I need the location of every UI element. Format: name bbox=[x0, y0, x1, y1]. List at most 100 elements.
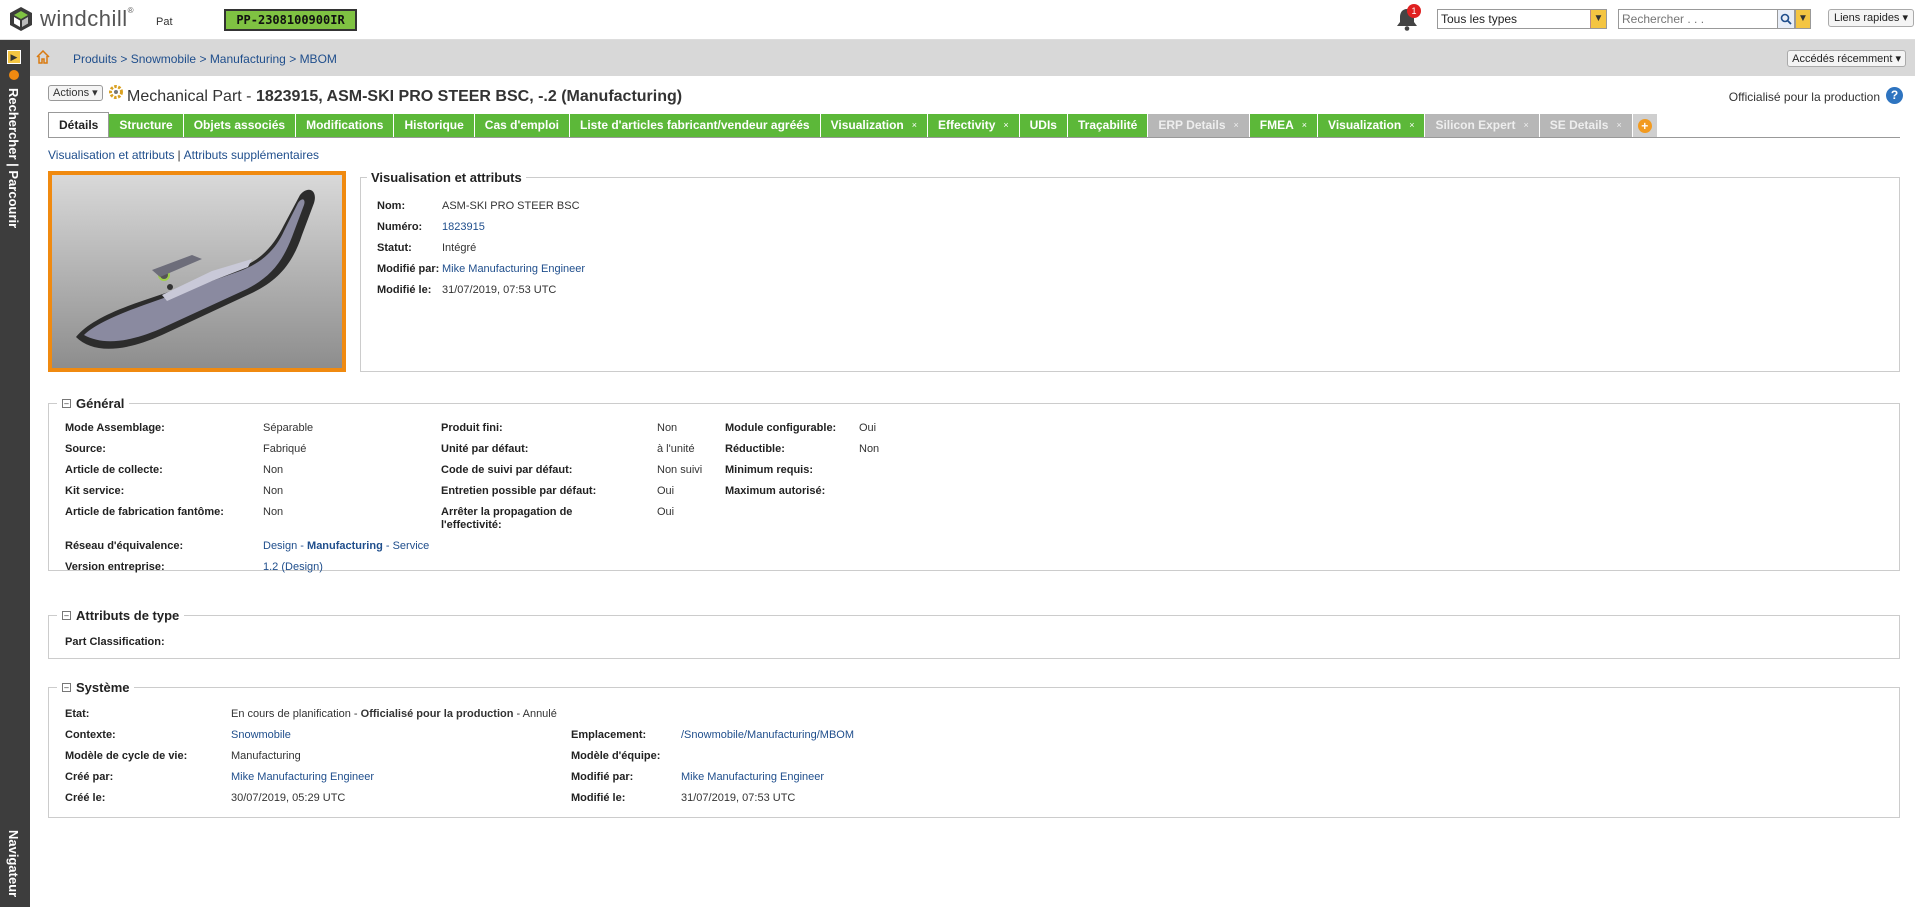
tab-history[interactable]: Historique bbox=[394, 114, 475, 137]
tab-udis[interactable]: UDIs bbox=[1019, 114, 1068, 137]
equivalence-service-link[interactable]: Service bbox=[393, 540, 430, 552]
sub-navigation: Visualisation et attributs | Attributs sup… bbox=[48, 148, 320, 162]
mechanical-part-icon bbox=[109, 85, 123, 99]
user-name[interactable]: Pat bbox=[156, 16, 173, 28]
attr-label: l'effectivité: bbox=[441, 519, 502, 531]
part-thumbnail[interactable] bbox=[48, 171, 346, 372]
expand-sidebar-icon[interactable]: ▶ bbox=[7, 50, 21, 64]
search-browse-tab[interactable]: Rechercher | Parcourir bbox=[6, 88, 21, 228]
attr-value: 30/07/2019, 05:29 UTC bbox=[231, 792, 346, 804]
breadcrumb-item-snowmobile[interactable]: Snowmobile bbox=[131, 52, 196, 66]
general-section-header[interactable]: – Général bbox=[57, 396, 130, 411]
tab-se-details[interactable]: SE Details × bbox=[1539, 114, 1633, 137]
pin-icon[interactable] bbox=[9, 70, 19, 80]
attr-label: Minimum requis: bbox=[725, 464, 814, 476]
attr-value: Non bbox=[263, 485, 284, 497]
attr-label: Créé par: bbox=[65, 771, 114, 783]
attr-label: Modifié par: bbox=[571, 771, 634, 783]
tab-visualization[interactable]: Visualization × bbox=[820, 114, 929, 137]
attr-label: Emplacement: bbox=[571, 729, 647, 741]
search-icon bbox=[1780, 13, 1792, 25]
subnav-visualization-attributes[interactable]: Visualisation et attributs bbox=[48, 148, 175, 162]
close-icon[interactable]: × bbox=[912, 114, 917, 137]
tab-changes[interactable]: Modifications bbox=[296, 114, 395, 137]
close-icon[interactable]: × bbox=[1302, 114, 1307, 137]
tab-erp-details[interactable]: ERP Details × bbox=[1148, 114, 1250, 137]
attr-label: Numéro: bbox=[377, 221, 423, 233]
attr-label: Entretien possible par défaut: bbox=[441, 485, 597, 497]
enterprise-version-link[interactable]: 1.2 (Design) bbox=[263, 561, 323, 573]
tab-details[interactable]: Détails bbox=[48, 112, 110, 137]
breadcrumb-item-products[interactable]: Produits bbox=[73, 52, 117, 66]
tab-effectivity[interactable]: Effectivity × bbox=[928, 114, 1020, 137]
breadcrumb-item-mbom[interactable]: MBOM bbox=[300, 52, 337, 66]
home-icon[interactable] bbox=[36, 50, 50, 64]
attr-label: Article de fabrication fantôme: bbox=[65, 506, 224, 518]
close-icon[interactable]: × bbox=[1003, 114, 1008, 137]
collapse-icon[interactable]: – bbox=[62, 683, 71, 692]
attr-label: Réductible: bbox=[725, 443, 785, 455]
context-link[interactable]: Snowmobile bbox=[231, 729, 291, 741]
collapse-icon[interactable]: – bbox=[62, 611, 71, 620]
attr-value: Non bbox=[859, 443, 880, 455]
add-tab-button[interactable]: + bbox=[1632, 114, 1657, 137]
type-select[interactable]: Tous les types ▼ bbox=[1437, 9, 1607, 29]
attr-label: Article de collecte: bbox=[65, 464, 163, 476]
equivalence-design-link[interactable]: Design bbox=[263, 540, 297, 552]
attr-label: Etat: bbox=[65, 708, 90, 720]
help-icon[interactable]: ? bbox=[1886, 87, 1903, 104]
search-input[interactable] bbox=[1618, 9, 1778, 29]
attr-value: Fabriqué bbox=[263, 443, 307, 455]
general-section: – Général Mode Assemblage: Séparable Sour… bbox=[48, 396, 1900, 573]
created-by-link[interactable]: Mike Manufacturing Engineer bbox=[231, 771, 374, 783]
attr-label: Unité par défaut: bbox=[441, 443, 529, 455]
breadcrumb: Produits > Snowmobile > Manufacturing > … bbox=[73, 52, 337, 66]
navigator-tab[interactable]: Navigateur bbox=[6, 830, 21, 897]
chevron-down-icon[interactable]: ▼ bbox=[1590, 10, 1606, 28]
attr-label: Produit fini: bbox=[441, 422, 503, 434]
location-link[interactable]: /Snowmobile/Manufacturing/MBOM bbox=[681, 729, 854, 741]
close-icon[interactable]: × bbox=[1409, 114, 1414, 137]
attr-label: Modifié le: bbox=[571, 792, 626, 804]
add-icon: + bbox=[1637, 118, 1652, 133]
attr-label: Module configurable: bbox=[725, 422, 837, 434]
system-section-header[interactable]: – Système bbox=[57, 680, 135, 695]
tab-visualization-2[interactable]: Visualization × bbox=[1318, 114, 1426, 137]
close-icon[interactable]: × bbox=[1523, 114, 1528, 137]
type-attributes-header[interactable]: – Attributs de type bbox=[57, 608, 185, 623]
lifecycle-states: En cours de planification - Officialisé … bbox=[231, 708, 557, 720]
attr-label: Arrêter la propagation de bbox=[441, 506, 573, 518]
modified-by-link[interactable]: Mike Manufacturing Engineer bbox=[681, 771, 824, 783]
attr-value-number[interactable]: 1823915 bbox=[442, 221, 485, 233]
tab-related-objects[interactable]: Objets associés bbox=[183, 114, 297, 137]
search-button[interactable] bbox=[1777, 9, 1795, 29]
collapse-icon[interactable]: – bbox=[62, 399, 71, 408]
close-icon[interactable]: × bbox=[1234, 114, 1239, 137]
attr-label: Nom: bbox=[377, 200, 406, 212]
windchill-logo[interactable]: windchill® bbox=[8, 6, 134, 32]
attr-label: Modifié le: bbox=[377, 284, 432, 296]
breadcrumb-bar: Produits > Snowmobile > Manufacturing > … bbox=[30, 40, 1915, 76]
tab-traceability[interactable]: Traçabilité bbox=[1067, 114, 1149, 137]
tab-approved-parts-list[interactable]: Liste d'articles fabricant/vendeur agréé… bbox=[569, 114, 821, 137]
attr-value: 31/07/2019, 07:53 UTC bbox=[681, 792, 796, 804]
attr-value: Manufacturing bbox=[231, 750, 301, 762]
tab-silicon-expert[interactable]: Silicon Expert × bbox=[1425, 114, 1540, 137]
windchill-logo-icon bbox=[10, 7, 32, 31]
actions-menu-button[interactable]: Actions ▾ bbox=[48, 85, 103, 101]
recently-accessed-button[interactable]: Accédés récemment ▾ bbox=[1787, 50, 1906, 67]
quick-links-button[interactable]: Liens rapides ▾ bbox=[1828, 9, 1915, 27]
attr-value-modified-date: 31/07/2019, 07:53 UTC bbox=[442, 284, 557, 296]
attr-value-modified-by[interactable]: Mike Manufacturing Engineer bbox=[442, 263, 585, 275]
search-options-dropdown[interactable]: ▼ bbox=[1795, 9, 1811, 29]
attr-label: Modèle de cycle de vie: bbox=[65, 750, 188, 762]
subnav-additional-attributes[interactable]: Attributs supplémentaires bbox=[184, 148, 319, 162]
breadcrumb-item-manufacturing[interactable]: Manufacturing bbox=[210, 52, 286, 66]
tab-structure[interactable]: Structure bbox=[109, 114, 184, 137]
tab-where-used[interactable]: Cas d'emploi bbox=[474, 114, 570, 137]
attr-value: Séparable bbox=[263, 422, 314, 434]
visualization-attributes-panel: Visualisation et attributs Nom: ASM-SKI … bbox=[360, 170, 1900, 372]
close-icon[interactable]: × bbox=[1616, 114, 1621, 137]
tab-fmea[interactable]: FMEA × bbox=[1249, 114, 1319, 137]
left-sidebar: ▶ Rechercher | Parcourir Navigateur bbox=[0, 40, 30, 907]
